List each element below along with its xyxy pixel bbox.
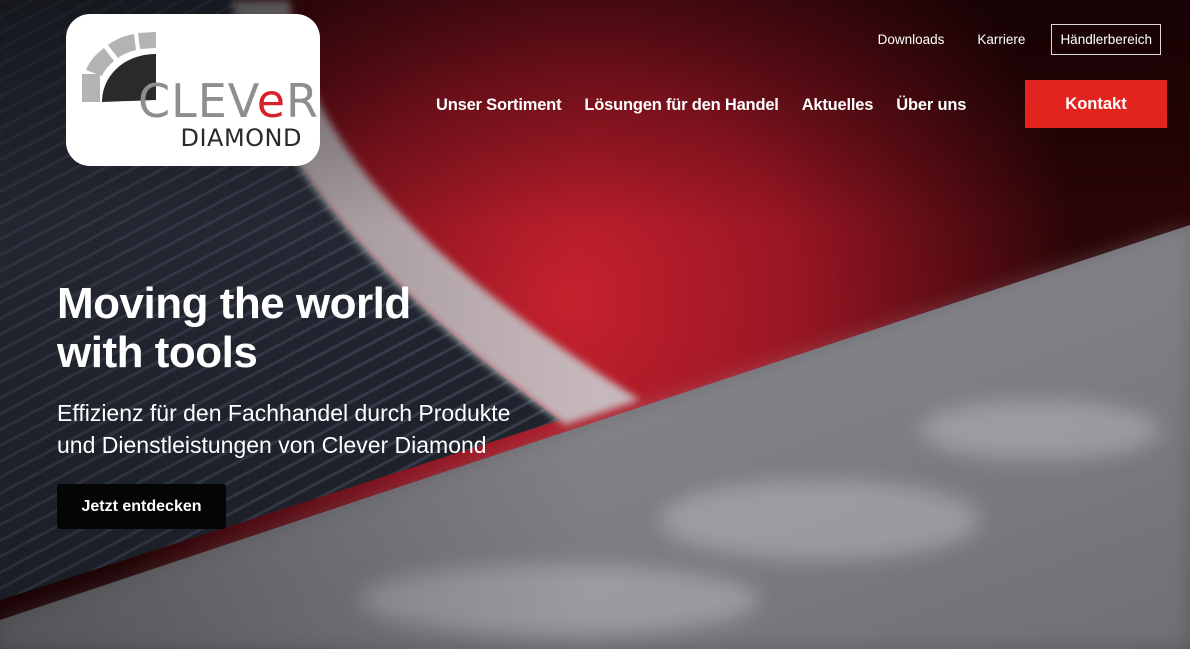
explore-button[interactable]: Jetzt entdecken	[57, 484, 226, 529]
nav-item-loesungen[interactable]: Lösungen für den Handel	[584, 96, 779, 115]
logo-wordmark: CLEVeR	[138, 74, 319, 128]
hero-subline-line1: Effizienz für den Fachhandel durch Produ…	[57, 400, 511, 426]
nav-item-aktuelles[interactable]: Aktuelles	[802, 96, 874, 115]
hero-headline-line1: Moving the world	[57, 279, 411, 328]
hero-subline: Effizienz für den Fachhandel durch Produ…	[57, 397, 577, 461]
kontakt-button[interactable]: Kontakt	[1025, 80, 1167, 128]
hero-headline-line2: with tools	[57, 328, 258, 377]
haendlerbereich-link[interactable]: Händlerbereich	[1051, 24, 1161, 55]
hero-subline-line2: und Dienstleistungen von Clever Diamond	[57, 432, 487, 458]
nav-item-sortiment[interactable]: Unser Sortiment	[436, 96, 562, 115]
logo-link[interactable]: CLEVeR DIAMOND	[66, 14, 320, 166]
karriere-link[interactable]: Karriere	[977, 32, 1025, 47]
hero-section: CLEVeR DIAMOND Downloads Karriere Händle…	[0, 0, 1190, 649]
logo-subtitle: DIAMOND	[180, 124, 302, 152]
main-nav: Unser Sortiment Lösungen für den Handel …	[436, 93, 989, 117]
utility-nav: Downloads Karriere Händlerbereich	[845, 23, 1161, 56]
hero-headline: Moving the world with tools	[57, 279, 517, 377]
nav-item-ueber-uns[interactable]: Über uns	[896, 96, 966, 115]
downloads-link[interactable]: Downloads	[878, 32, 945, 47]
